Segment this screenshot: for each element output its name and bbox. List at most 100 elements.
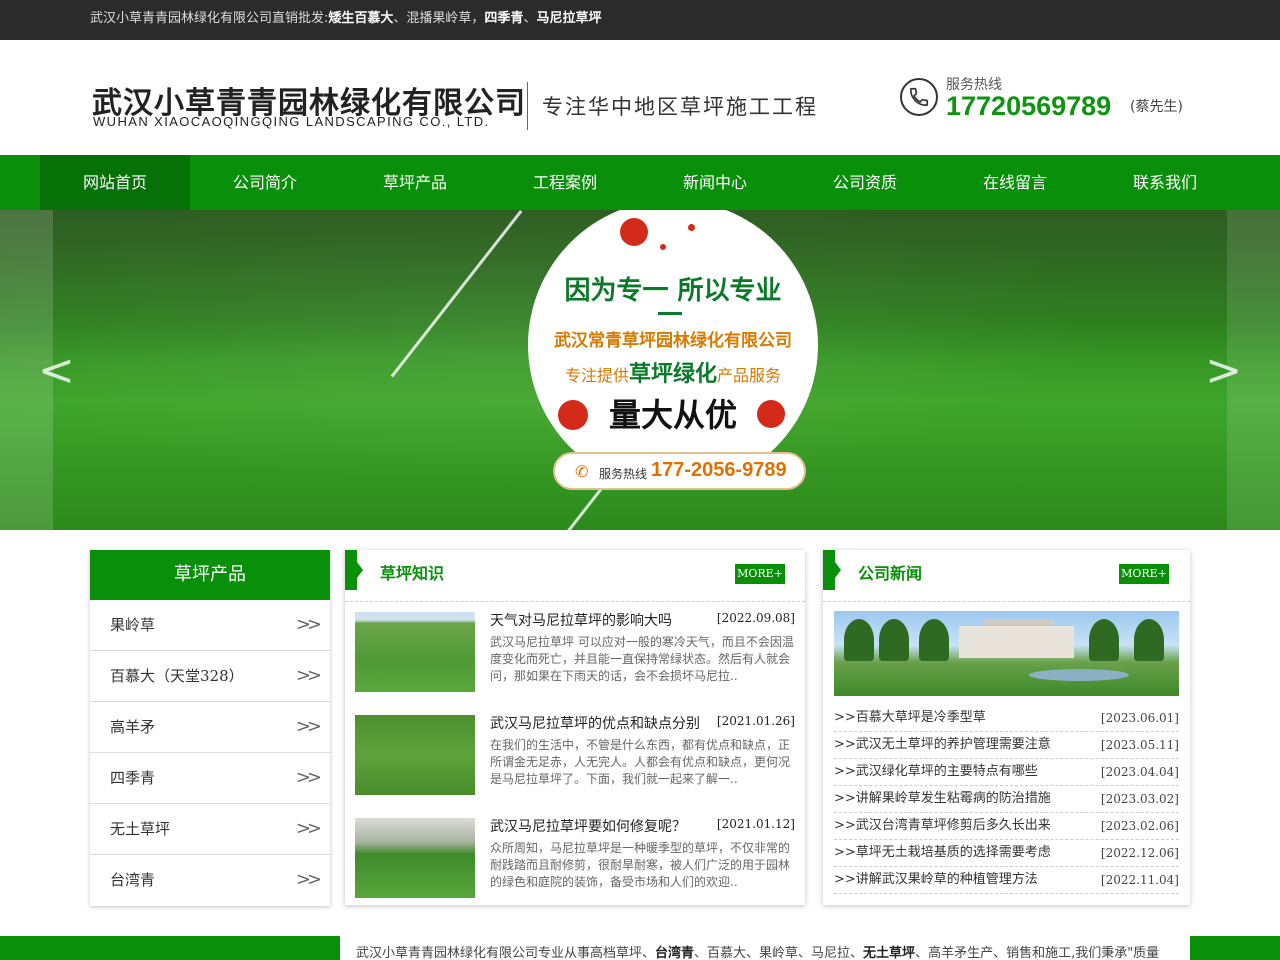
nav-cases[interactable]: 工程案例 [490, 155, 640, 210]
company-intro: 武汉小草青青园林绿化有限公司专业从事高档草坪、台湾青、百慕大、果岭草、马尼拉、无… [340, 936, 1190, 960]
slogan: 专注华中地区草坪施工工程 [542, 95, 818, 119]
nav-contact[interactable]: 联系我们 [1090, 155, 1240, 210]
top-bar-text: 武汉小草青青园林绿化有限公司直销批发:矮生百慕大、混播果岭草，四季青、马尼拉草坪 [90, 0, 1190, 38]
news-item-title[interactable]: >>武汉绿化草坪的主要特点有哪些 [834, 764, 1038, 779]
nav-message[interactable]: 在线留言 [940, 155, 1090, 210]
chevron-double-right-icon: >> [295, 716, 322, 737]
banner-service: 专注提供草坪绿化产品服务 [536, 356, 810, 388]
top-bar-sep: 、混播果岭草， [393, 11, 485, 26]
knowledge-item-date: [2022.09.08] [716, 611, 795, 625]
knowledge-item-title[interactable]: 武汉马尼拉草坪的优点和缺点分别 [490, 713, 700, 733]
header: 武汉小草青青园林绿化有限公司 WUHAN XIAOCAOQINGQING LAN… [90, 40, 1190, 155]
logo-divider [527, 82, 528, 130]
news-item[interactable]: >>讲解果岭草发生粘霉病的防治措施 [2023.03.02] [834, 786, 1179, 813]
nav-news[interactable]: 新闻中心 [640, 155, 790, 210]
news-item-title[interactable]: >>百慕大草坪是冷季型草 [834, 710, 986, 725]
hotline-number: 17720569789 [946, 91, 1112, 121]
news-item-title[interactable]: >>武汉无土草坪的养护管理需要注意 [834, 737, 1051, 752]
news-item-date: [2023.03.02] [1100, 792, 1179, 806]
sidebar-item[interactable]: 百慕大（天堂328） >> [90, 651, 330, 702]
sidebar-item-label: 果岭草 [110, 616, 156, 634]
phone-icon: ✆ [575, 462, 589, 481]
banner-circle: 因为专一 所以专业 武汉常青草坪园林绿化有限公司 专注提供草坪绿化产品服务 量大… [528, 210, 818, 490]
news-item-title[interactable]: >>讲解果岭草发生粘霉病的防治措施 [834, 791, 1051, 806]
banner-red-ball [620, 218, 648, 246]
main-nav: 网站首页 公司简介 草坪产品 工程案例 新闻中心 公司资质 在线留言 联系我们 [0, 155, 1280, 210]
news-item-title[interactable]: >>武汉台湾青草坪修剪后多久长出来 [834, 818, 1051, 833]
sidebar-item[interactable]: 台湾青 >> [90, 855, 330, 906]
top-bar-keyword: 矮生百慕大 [328, 11, 394, 26]
knowledge-thumbnail[interactable] [355, 612, 475, 692]
photo-tree [1089, 619, 1119, 661]
banner-prev-arrow[interactable]: < [38, 345, 75, 396]
news-item-date: [2022.12.06] [1100, 846, 1179, 860]
hotline: 服务热线 17720569789 (蔡先生) [900, 72, 1190, 127]
news-item[interactable]: >>武汉无土草坪的养护管理需要注意 [2023.05.11] [834, 732, 1179, 759]
knowledge-item-title[interactable]: 天气对马尼拉草坪的影响大吗 [490, 610, 672, 630]
knowledge-thumbnail[interactable] [355, 715, 475, 795]
knowledge-item[interactable]: 天气对马尼拉草坪的影响大吗 [2022.09.08] 武汉马尼拉草坪 可以应对一… [355, 610, 795, 694]
top-bar-keyword: 马尼拉草坪 [536, 11, 602, 26]
news-panel: 公司新闻 MORE+ >>百慕大草坪是冷季型草 [2023.06.01] >>武汉… [823, 550, 1190, 905]
knowledge-item-date: [2021.01.12] [716, 817, 795, 831]
nav-products[interactable]: 草坪产品 [340, 155, 490, 210]
news-item-date: [2023.05.11] [1100, 738, 1179, 752]
knowledge-item-date: [2021.01.26] [716, 714, 795, 728]
news-item[interactable]: >>讲解武汉果岭草的种植管理方法 [2022.11.04] [834, 867, 1179, 894]
knowledge-item-title[interactable]: 武汉马尼拉草坪要如何修复呢？ [490, 816, 686, 836]
news-item[interactable]: >>百慕大草坪是冷季型草 [2023.06.01] [834, 705, 1179, 732]
news-item-date: [2023.04.04] [1100, 765, 1179, 779]
top-bar-keyword: 四季青 [484, 11, 524, 26]
news-item[interactable]: >>武汉绿化草坪的主要特点有哪些 [2023.04.04] [834, 759, 1179, 786]
nav-home[interactable]: 网站首页 [40, 155, 190, 210]
news-item[interactable]: >>武汉台湾青草坪修剪后多久长出来 [2023.02.06] [834, 813, 1179, 840]
hotline-contact-name: (蔡先生) [1130, 99, 1183, 115]
photo-tree [844, 619, 874, 661]
section-flag [823, 550, 841, 590]
banner-red-ball [558, 400, 588, 430]
sidebar-item[interactable]: 果岭草 >> [90, 600, 330, 651]
knowledge-item-desc: 在我们的生活中，不管是什么东西，都有优点和缺点，正所谓金无足赤，人无完人。人都会… [490, 738, 791, 786]
top-bar: 武汉小草青青园林绿化有限公司直销批发:矮生百慕大、混播果岭草，四季青、马尼拉草坪 [0, 0, 1280, 40]
knowledge-item[interactable]: 武汉马尼拉草坪要如何修复呢？ [2021.01.12] 众所周知，马尼拉草坪是一… [355, 816, 795, 900]
banner-hotline-label: 服务热线 [599, 467, 648, 481]
intro-text: 、百慕大、果岭草、马尼拉、 [694, 946, 864, 960]
knowledge-item[interactable]: 武汉马尼拉草坪的优点和缺点分别 [2021.01.26] 在我们的生活中，不管是… [355, 713, 795, 797]
photo-tree [879, 619, 909, 661]
banner-next-arrow[interactable]: > [1205, 345, 1242, 396]
nav-about[interactable]: 公司简介 [190, 155, 340, 210]
product-sidebar: 草坪产品 果岭草 >> 百慕大（天堂328） >> 高羊矛 >> 四季青 >> 无土草坪… [90, 550, 330, 906]
photo-building [959, 626, 1074, 658]
banner-hotline-number: 177-2056-9789 [651, 459, 787, 481]
sidebar-item-label: 高羊矛 [110, 718, 156, 736]
hero-banner: < > 因为专一 所以专业 武汉常青草坪园林绿化有限公司 专注提供草坪绿化产品服… [0, 210, 1280, 530]
news-item-date: [2022.11.04] [1100, 873, 1179, 887]
banner-title: 因为专一 所以专业 [564, 276, 782, 306]
news-photo[interactable] [834, 611, 1179, 696]
top-bar-prefix: 武汉小草青青园林绿化有限公司直销批发: [90, 11, 329, 26]
banner-service-key: 草坪绿化 [628, 362, 717, 387]
sidebar-item[interactable]: 四季青 >> [90, 753, 330, 804]
knowledge-thumbnail[interactable] [355, 818, 475, 898]
sidebar-item[interactable]: 无土草坪 >> [90, 804, 330, 855]
news-item-date: [2023.06.01] [1100, 711, 1179, 725]
news-more-button[interactable]: MORE+ [1119, 564, 1169, 584]
section-flag [345, 550, 363, 590]
news-item-title[interactable]: >>讲解武汉果岭草的种植管理方法 [834, 872, 1038, 887]
news-list: >>百慕大草坪是冷季型草 [2023.06.01] >>武汉无土草坪的养护管理需要… [834, 705, 1179, 894]
knowledge-more-button[interactable]: MORE+ [735, 564, 785, 584]
chevron-double-right-icon: >> [295, 869, 322, 890]
photo-water [1029, 669, 1129, 681]
nav-qualification[interactable]: 公司资质 [790, 155, 940, 210]
banner-red-dot [688, 224, 695, 231]
news-item-title[interactable]: >>草坪无土栽培基质的选择需要考虑 [834, 845, 1051, 860]
news-title: 公司新闻 [858, 564, 923, 583]
chevron-double-right-icon: >> [295, 665, 322, 686]
sidebar-item-label: 百慕大（天堂328） [110, 667, 244, 685]
knowledge-header: 草坪知识 MORE+ [345, 550, 805, 602]
chevron-double-right-icon: >> [295, 818, 322, 839]
news-item[interactable]: >>草坪无土栽培基质的选择需要考虑 [2022.12.06] [834, 840, 1179, 867]
banner-service-post: 产品服务 [717, 366, 782, 385]
banner-hotline-pill: ✆ 服务热线 177-2056-9789 [553, 452, 806, 490]
sidebar-item[interactable]: 高羊矛 >> [90, 702, 330, 753]
